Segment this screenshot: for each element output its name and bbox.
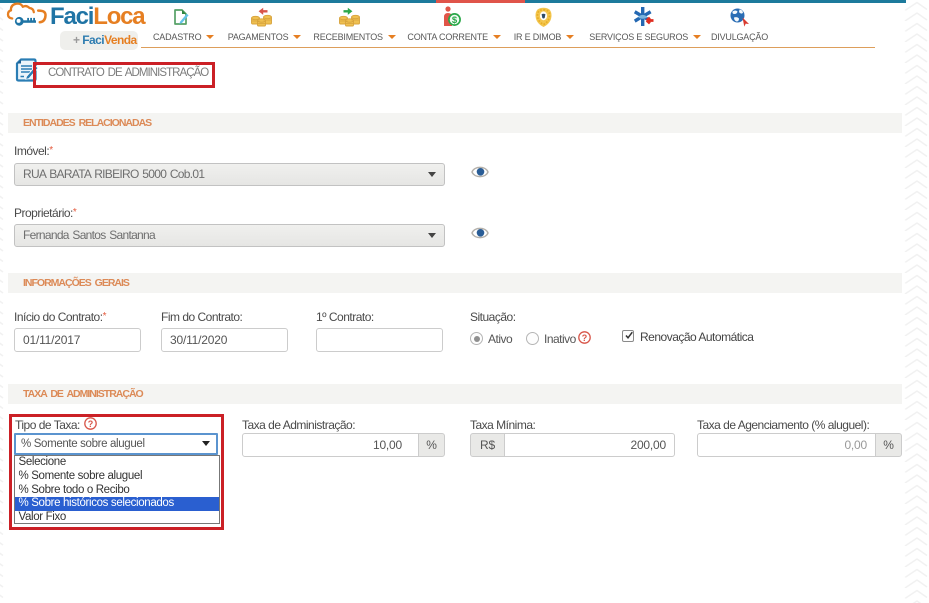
svg-text:$: $ [452,15,458,26]
svg-text:?: ? [88,419,94,429]
svg-text:?: ? [582,333,588,343]
